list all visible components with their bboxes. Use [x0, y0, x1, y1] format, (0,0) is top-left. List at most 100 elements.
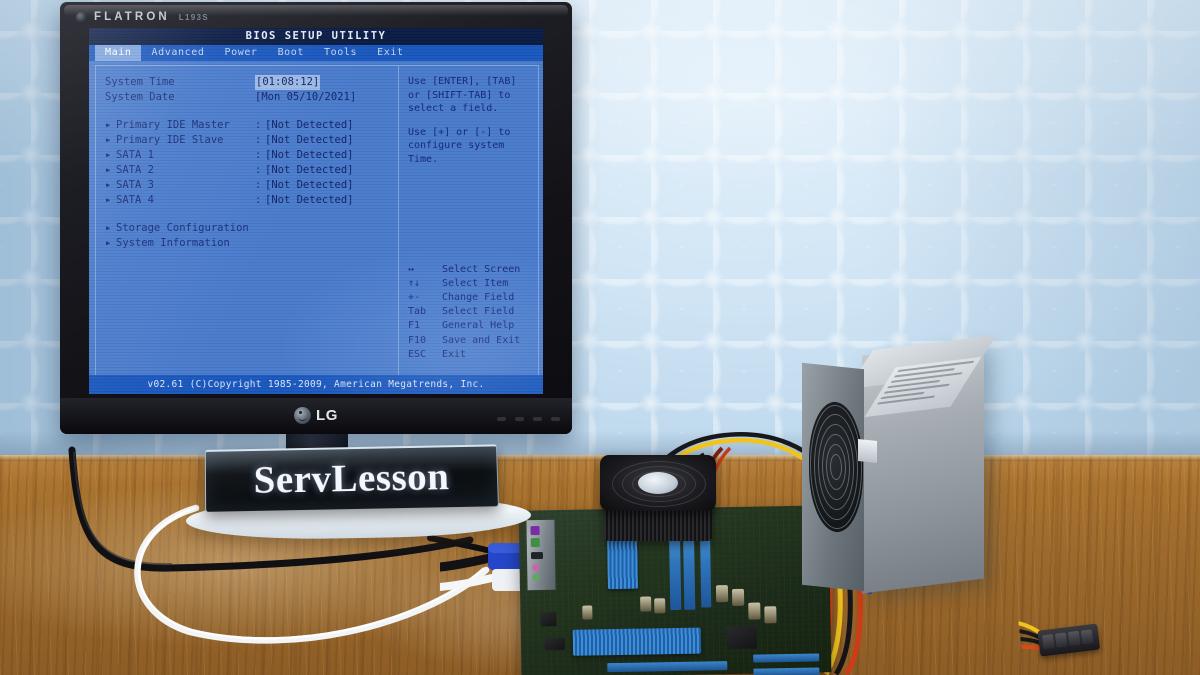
- bios-tab-advanced[interactable]: Advanced: [141, 45, 214, 61]
- label-text: Primary IDE Master: [116, 119, 230, 131]
- colon: :: [255, 134, 262, 146]
- key-action: Exit: [442, 348, 467, 360]
- bios-tab-exit[interactable]: Exit: [367, 45, 413, 61]
- capacitor: [764, 606, 777, 624]
- monitor-model-label: L193S: [178, 12, 209, 22]
- colon: :: [255, 194, 262, 206]
- southbridge-chip: [726, 626, 758, 650]
- monitor-brand-label: FLATRON: [94, 11, 170, 23]
- key-plus-minus: +-: [408, 291, 421, 303]
- key-action: General Help: [442, 320, 515, 332]
- ps2-port: [530, 526, 540, 536]
- bios-row-system-information[interactable]: ▸ System Information: [105, 236, 398, 251]
- key-action: Select Item: [442, 277, 509, 289]
- bios-menu-bar[interactable]: Main Advanced Power Boot Tools Exit: [89, 45, 543, 61]
- bios-help-text-1: Use [ENTER], [TAB] or [SHIFT-TAB] to sel…: [408, 76, 517, 114]
- label-text: SATA 4: [116, 194, 154, 206]
- io-shield: [526, 519, 556, 591]
- key-arrows-ud: ↑↓: [408, 277, 421, 289]
- bios-footer-copyright: v02.61 (C)Copyright 1985-2009, American …: [89, 375, 543, 394]
- sata-3-value: [Not Detected]: [265, 179, 354, 191]
- audio-jack: [532, 574, 540, 582]
- sata-2-label: ▸ SATA 2: [105, 163, 255, 178]
- capacitor: [731, 588, 745, 607]
- capacitor: [640, 596, 652, 612]
- triangle-right-icon: ▸: [105, 134, 112, 146]
- key-action: Change Field: [442, 291, 515, 303]
- cpu-fan: [600, 455, 716, 511]
- psu-warranty-sticker: [858, 439, 877, 463]
- key-legend-row: ↔ Select Screen: [408, 263, 520, 277]
- key-legend-row: Tab Select Field: [408, 305, 520, 319]
- key-legend-row: +- Change Field: [408, 291, 520, 305]
- colon: :: [255, 119, 262, 131]
- bios-help-panel: Use [ENTER], [TAB] or [SHIFT-TAB] to sel…: [399, 66, 538, 376]
- bios-row-primary-ide-master[interactable]: ▸ Primary IDE Master : [Not Detected]: [105, 118, 398, 133]
- sign-text: ServLesson: [253, 454, 450, 502]
- sata-1-label: ▸ SATA 1: [105, 148, 255, 163]
- molex-pin: [1067, 630, 1081, 647]
- capacitor: [748, 602, 761, 620]
- bios-tab-boot[interactable]: Boot: [268, 45, 314, 61]
- key-legend-row: F1 General Help: [408, 319, 520, 333]
- pcie-slot: [753, 667, 820, 675]
- osd-button[interactable]: [497, 417, 506, 421]
- bios-setup-utility: BIOS SETUP UTILITY Main Advanced Power B…: [89, 28, 543, 394]
- primary-ide-slave-value: [Not Detected]: [265, 134, 354, 146]
- bios-row-system-date[interactable]: System Date [Mon 05/10/2021]: [105, 90, 398, 105]
- monitor-screen: BIOS SETUP UTILITY Main Advanced Power B…: [89, 28, 543, 394]
- osd-button[interactable]: [533, 417, 542, 421]
- label-text: Storage Configuration: [116, 222, 249, 234]
- bios-chip: [544, 637, 566, 651]
- system-time-label: System Time: [105, 76, 175, 88]
- lg-logo: LG: [293, 407, 339, 424]
- colon: :: [255, 179, 262, 191]
- colon: :: [255, 164, 262, 176]
- primary-ide-slave-label: ▸ Primary IDE Slave: [105, 133, 255, 148]
- key-legend-row: ESC Exit: [408, 348, 520, 362]
- bios-tab-tools[interactable]: Tools: [314, 45, 367, 61]
- bios-row-storage-configuration[interactable]: ▸ Storage Configuration: [105, 221, 398, 236]
- key-esc: ESC: [408, 348, 427, 360]
- triangle-right-icon: ▸: [105, 119, 112, 131]
- lg-wordmark: LG: [315, 407, 339, 424]
- bios-row-sata-3[interactable]: ▸ SATA 3 : [Not Detected]: [105, 178, 398, 193]
- ps2-port: [530, 538, 540, 548]
- key-action: Save and Exit: [442, 334, 521, 346]
- lg-roundel-icon: [76, 11, 87, 23]
- key-f10: F10: [408, 334, 427, 346]
- monitor-osd-buttons[interactable]: [497, 417, 560, 421]
- audio-jack: [532, 564, 540, 572]
- capacitor: [715, 585, 729, 603]
- primary-ide-master-value: [Not Detected]: [265, 119, 354, 131]
- system-date-value[interactable]: [Mon 05/10/2021]: [255, 90, 356, 105]
- bios-row-sata-4[interactable]: ▸ SATA 4 : [Not Detected]: [105, 193, 398, 208]
- monitor-bottom-bezel: LG: [60, 398, 572, 434]
- pcie-slot: [753, 653, 820, 663]
- bios-main-panel: System Time [01:08:12] System Date [Mon …: [96, 66, 398, 376]
- bios-content-frame: System Time [01:08:12] System Date [Mon …: [95, 65, 539, 377]
- key-tab: Tab: [408, 306, 427, 318]
- triangle-right-icon: ▸: [105, 164, 112, 176]
- bios-key-legend: ↔ Select Screen ↑↓ Select Item +- Change Fi…: [408, 263, 520, 362]
- fan-hub-sticker: [638, 472, 678, 494]
- photo-scene: FLATRON L193S BIOS SETUP UTILITY Main Ad…: [0, 0, 1200, 675]
- sata-4-label: ▸ SATA 4: [105, 193, 255, 208]
- bios-tab-power[interactable]: Power: [214, 45, 267, 61]
- osd-button[interactable]: [515, 417, 524, 421]
- servlesson-sign: ServLesson: [204, 444, 499, 512]
- label-text: SATA 2: [116, 164, 154, 176]
- system-time-value[interactable]: [01:08:12]: [255, 75, 321, 90]
- key-f1: F1: [408, 320, 421, 332]
- molex-pin: [1054, 632, 1068, 648]
- colon: :: [255, 149, 262, 161]
- bios-tab-main[interactable]: Main: [95, 45, 142, 61]
- bios-help-text-2: Use [+] or [-] to configure system Time.: [408, 126, 511, 165]
- bios-row-sata-1[interactable]: ▸ SATA 1 : [Not Detected]: [105, 148, 398, 163]
- bios-row-sata-2[interactable]: ▸ SATA 2 : [Not Detected]: [105, 163, 398, 178]
- bios-row-system-time[interactable]: System Time [01:08:12]: [105, 75, 398, 90]
- bios-row-primary-ide-slave[interactable]: ▸ Primary IDE Slave : [Not Detected]: [105, 133, 398, 148]
- triangle-right-icon: ▸: [105, 237, 112, 249]
- osd-button[interactable]: [551, 417, 560, 421]
